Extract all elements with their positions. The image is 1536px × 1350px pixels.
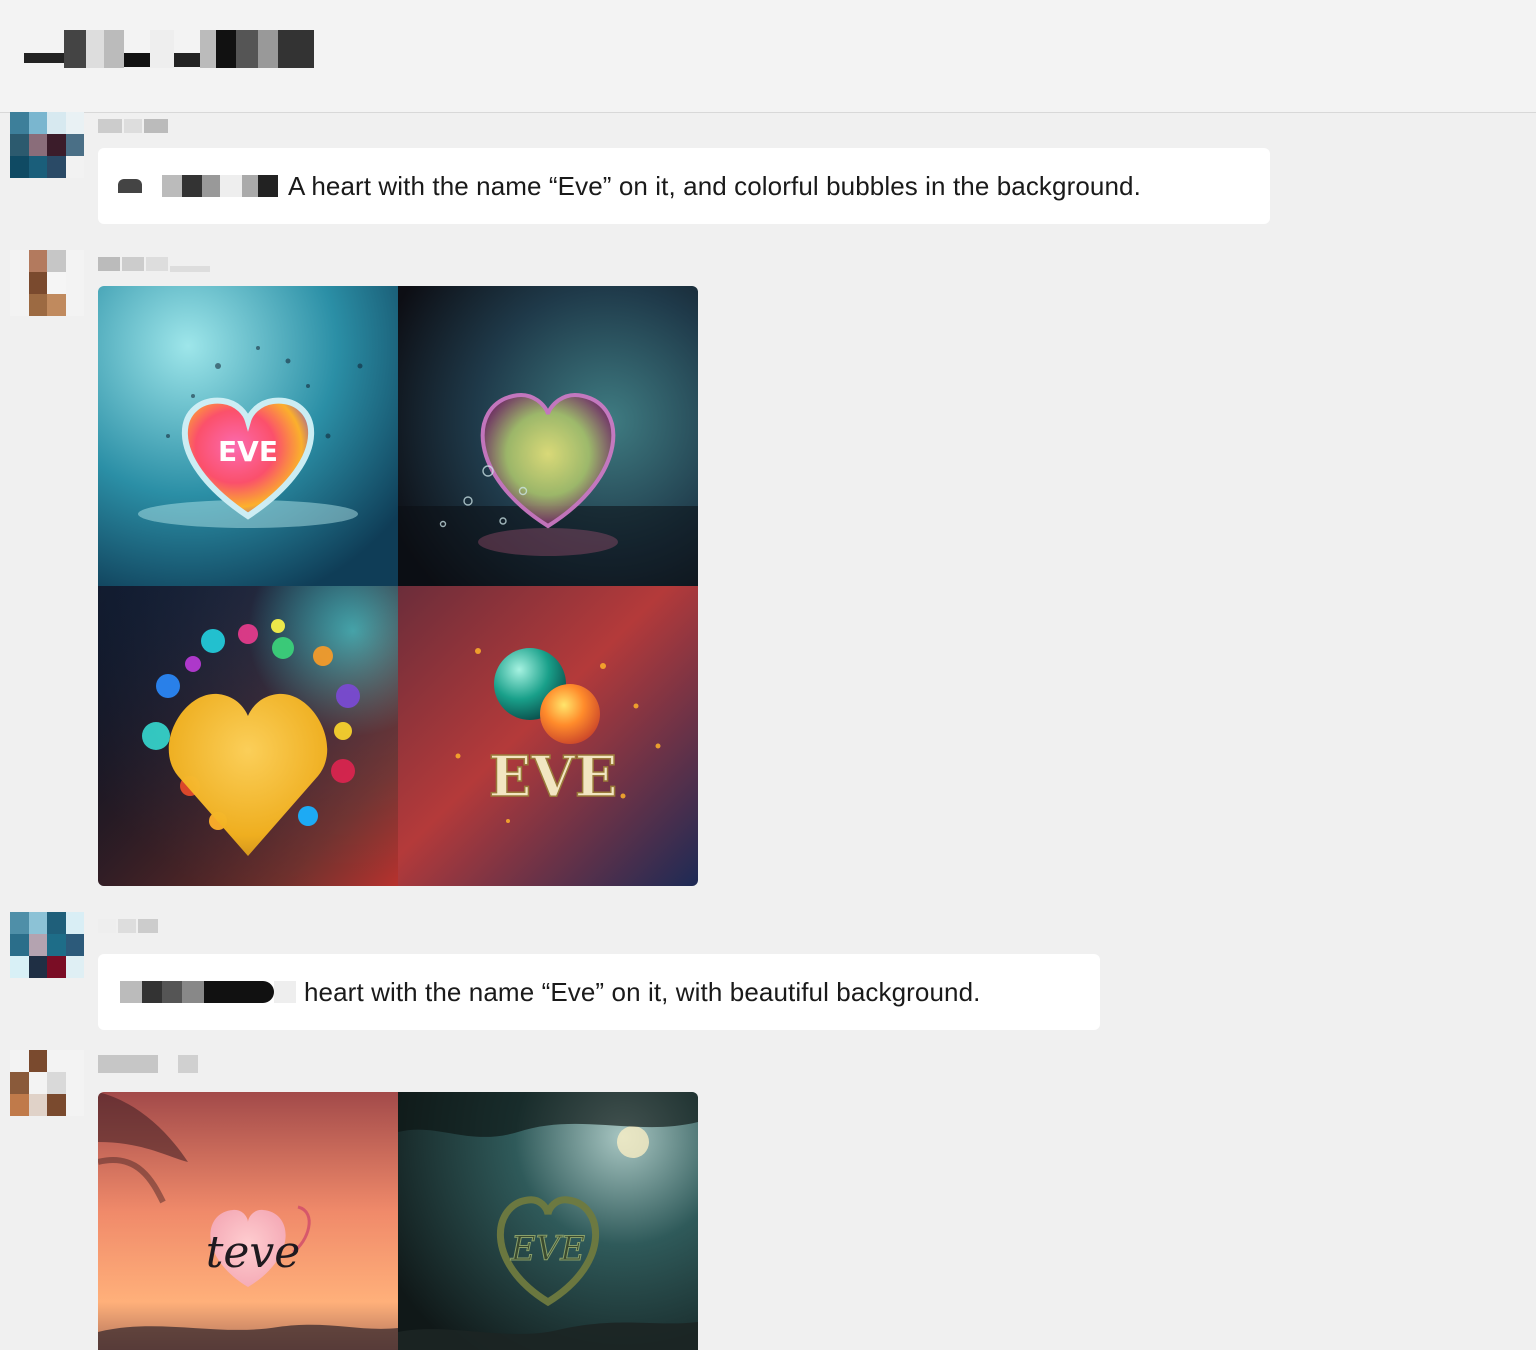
prompt-text: A heart with the name “Eve” on it, and c… — [288, 170, 1141, 201]
prompt-text: heart with the name “Eve” on it, with be… — [304, 976, 981, 1007]
generated-image-grid[interactable]: teve EVE — [98, 1092, 698, 1350]
user-avatar[interactable] — [10, 112, 84, 178]
sender-name-redacted — [98, 1054, 198, 1074]
bot-avatar[interactable] — [10, 250, 84, 316]
generated-image-grid[interactable]: EVE EVE — [98, 286, 698, 886]
chat-title-redacted — [24, 30, 314, 68]
chat-header — [0, 0, 1536, 113]
image-tile-6[interactable]: EVE — [398, 1092, 698, 1350]
mention-redacted — [120, 979, 296, 1005]
image-tile-4[interactable]: EVE — [398, 586, 698, 886]
mention-redacted — [118, 173, 278, 199]
tile-1-eve-text: EVE — [218, 435, 278, 468]
image-tile-3[interactable] — [98, 586, 398, 886]
sender-name-redacted — [98, 116, 168, 136]
sender-name-redacted — [98, 254, 210, 274]
tile-5-teve-text: teve — [206, 1227, 301, 1278]
prompt-bubble[interactable]: heart with the name “Eve” on it, with be… — [98, 954, 1100, 1030]
tile-6-eve-text: EVE — [510, 1229, 585, 1269]
user-avatar[interactable] — [10, 912, 84, 978]
tile-4-eve-text: EVE — [489, 744, 618, 810]
prompt-bubble[interactable]: A heart with the name “Eve” on it, and c… — [98, 148, 1270, 224]
image-tile-1[interactable]: EVE — [98, 286, 398, 586]
bot-avatar[interactable] — [10, 1050, 84, 1116]
image-tile-5[interactable]: teve — [98, 1092, 398, 1350]
image-tile-2[interactable] — [398, 286, 698, 586]
sender-name-redacted — [98, 916, 158, 936]
